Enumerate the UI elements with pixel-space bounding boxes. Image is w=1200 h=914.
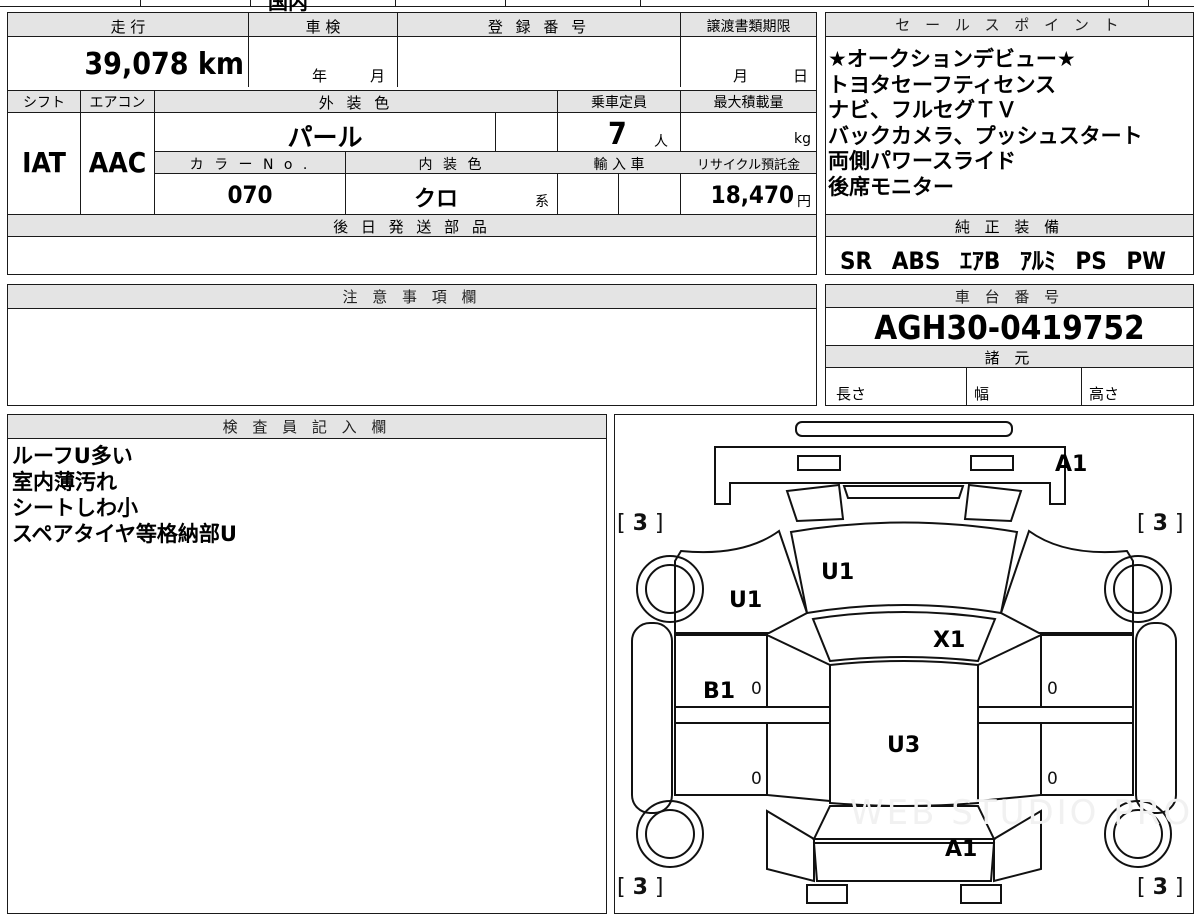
max-load-unit: kg (794, 131, 811, 147)
interior-color-value: クロ (413, 187, 458, 212)
interior-color-suffix: 系 (535, 194, 549, 210)
equipment-items: SR ABS ｴｱB ｱﾙﾐ PS PW (840, 241, 1166, 276)
door-mark-lr: 0 (751, 769, 762, 789)
transfer-day: 日 (793, 67, 809, 85)
vehicle-info-table: 走 行 車 検 登 録 番 号 譲渡書類期限 39,078 km 年 月 月 日… (7, 12, 817, 275)
chassis-label: 車 台 番 号 (826, 285, 1193, 308)
mileage-label: 走 行 (110, 18, 146, 36)
spec-width-label: 幅 (974, 385, 990, 403)
inspector-box: 検 査 員 記 入 欄 ルーフU多い 室内薄汚れ シートしわ小 スペアタイヤ等格… (7, 414, 607, 914)
capacity-label: 乗車定員 (591, 95, 647, 111)
inspector-note: 室内薄汚れ (12, 470, 117, 494)
ac-label: エアコン (89, 95, 146, 111)
mark-windshield: X1 (933, 628, 966, 653)
mileage-value: 39,078 km (84, 47, 244, 82)
tire-bracket-rear-right: [ 3 ] (1137, 875, 1184, 900)
sales-points-box: セ ー ル ス ポ イ ン ト ★オークションデビュー★ トヨタセーフティセンス… (825, 12, 1194, 275)
color-no-label: カ ラ ー N o . (189, 157, 311, 173)
import-label: 輸 入 車 (593, 157, 645, 173)
tire-bracket-front-left: [ 3 ] (617, 511, 664, 536)
recycle-value: 18,470 (710, 181, 794, 209)
later-parts-label: 後 日 発 送 部 品 (333, 218, 491, 236)
chassis-box: 車 台 番 号 AGH30-0419752 諸 元 長さ 幅 高さ (825, 284, 1194, 406)
inspector-note: ルーフU多い (12, 444, 133, 468)
specs-label: 諸 元 (984, 349, 1035, 367)
spec-length-label: 長さ (836, 385, 867, 403)
sales-point-line: トヨタセーフティセンス (828, 72, 1057, 97)
tire-bracket-front-right: [ 3 ] (1137, 511, 1184, 536)
mark-roof-front: A1 (1055, 452, 1088, 477)
interior-color-label: 内 装 色 (418, 157, 485, 173)
tire-tread-front-right: 3 (1152, 511, 1168, 536)
transfer-month: 月 (733, 67, 749, 85)
exterior-color-value: パール (287, 123, 363, 152)
mark-hood: U1 (821, 560, 855, 585)
sales-point-line: ナビ、フルセグＴＶ (828, 98, 1017, 122)
chassis-value: AGH30-0419752 (874, 308, 1145, 347)
tire-tread-rear-right: 3 (1152, 875, 1168, 900)
sales-points-label: セ ー ル ス ポ イ ン ト (826, 13, 1193, 37)
registration-label: 登 録 番 号 (487, 18, 591, 36)
inspector-label: 検 査 員 記 入 欄 (8, 415, 606, 439)
sales-points-list: ★オークションデビュー★ トヨタセーフティセンス ナビ、フルセグＴＶ バックカメ… (828, 47, 1190, 200)
inspection-label: 車 検 (305, 18, 341, 36)
max-load-label: 最大積載量 (713, 95, 784, 111)
equipment-item: ｱﾙﾐ (1019, 247, 1056, 275)
top-strip: 国内 (0, 0, 1200, 14)
inspection-year: 年 (312, 67, 328, 85)
caution-label: 注 意 事 項 欄 (8, 285, 816, 309)
transfer-deadline-label: 譲渡書類期限 (706, 19, 791, 35)
equipment-label: 純 正 装 備 (954, 218, 1065, 236)
tire-tread-front-left: 3 (632, 511, 648, 536)
mark-rear: A1 (945, 837, 978, 862)
inspector-note: スペアタイヤ等格納部U (12, 522, 237, 546)
caution-box: 注 意 事 項 欄 (7, 284, 817, 406)
color-no-value: 070 (227, 181, 273, 209)
ac-value: AAC (88, 146, 147, 179)
door-mark-rf: 0 (1047, 679, 1058, 699)
sales-point-line: ★オークションデビュー★ (828, 47, 1076, 71)
recycle-unit: 円 (797, 194, 811, 210)
exterior-color-label: 外 装 色 (318, 94, 394, 112)
equipment-item: PS (1075, 247, 1107, 275)
equipment-item: ｴｱB (959, 247, 1001, 275)
watermark: WEB STUDIO PRO (850, 793, 1194, 833)
tire-bracket-rear-left: [ 3 ] (617, 875, 664, 900)
capacity-unit: 人 (654, 134, 668, 150)
inspector-notes: ルーフU多い 室内薄汚れ シートしわ小 スペアタイヤ等格納部U (12, 443, 237, 547)
mark-left-front-fender: U1 (729, 588, 763, 613)
tire-tread-rear-left: 3 (632, 875, 648, 900)
shift-label: シフト (23, 95, 65, 111)
door-mark-lf: 0 (751, 679, 762, 699)
sales-point-line: 後席モニター (828, 174, 954, 199)
capacity-value: 7 (608, 117, 627, 152)
car-outline-diagram (631, 421, 1177, 904)
shift-value: IAT (22, 146, 66, 179)
equipment-item: SR (840, 247, 873, 275)
recycle-label: リサイクル預託金 (696, 158, 801, 173)
door-mark-rr: 0 (1047, 769, 1058, 789)
mark-roof: U3 (887, 733, 921, 758)
sales-point-line: 両側パワースライド (828, 149, 1016, 173)
inspector-note: シートしわ小 (12, 496, 138, 520)
equipment-item: PW (1126, 247, 1166, 275)
equipment-item: ABS (891, 247, 941, 275)
mark-left-front-door: B1 (703, 679, 736, 704)
inspection-month: 月 (370, 67, 386, 85)
sales-point-line: バックカメラ、プッシュスタート (828, 123, 1143, 148)
spec-height-label: 高さ (1089, 385, 1120, 403)
car-diagram-box: [ 3 ] [ 3 ] [ 3 ] [ 3 ] A1 U1 U1 X1 B1 U… (614, 414, 1194, 914)
